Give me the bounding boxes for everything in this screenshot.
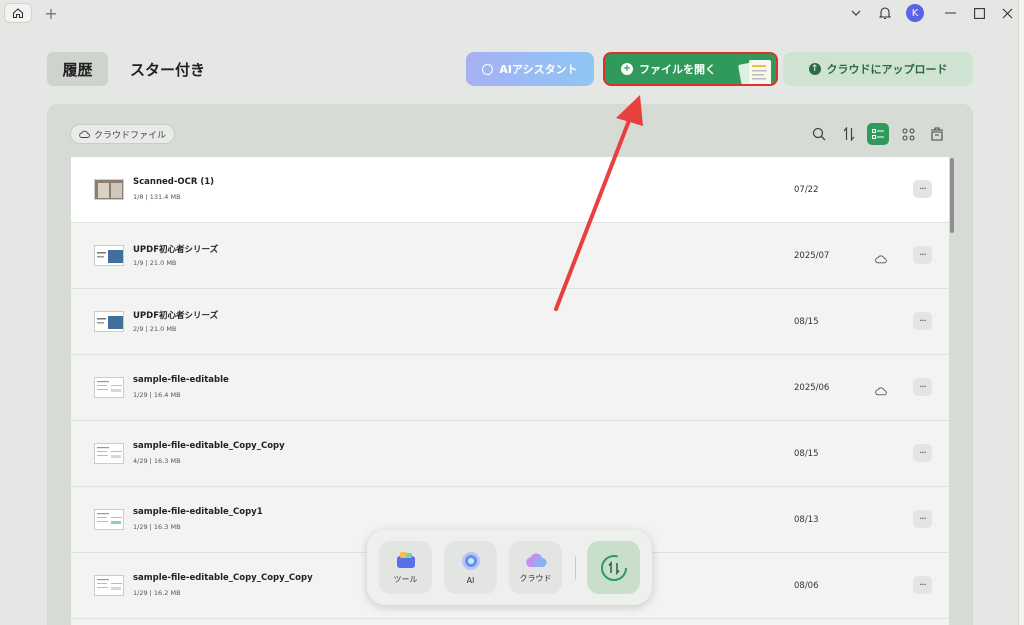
tab-history[interactable]: 履歴 bbox=[47, 52, 108, 86]
dock-tools-label: ツール bbox=[393, 574, 418, 584]
file-meta: 1/9 | 21.0 MB bbox=[133, 259, 177, 267]
file-date: 08/15 bbox=[794, 449, 819, 459]
list-scrollbar[interactable] bbox=[950, 158, 954, 233]
file-meta: 4/29 | 16.3 MB bbox=[133, 457, 181, 465]
right-edge-window bbox=[1018, 0, 1024, 625]
cloud-files-label: クラウドファイル bbox=[94, 130, 167, 141]
minimize-icon[interactable] bbox=[940, 4, 960, 22]
ai-sparkle-icon bbox=[482, 63, 494, 75]
file-name: sample-file-editable_Copy1 bbox=[133, 507, 263, 517]
file-date: 2025/07 bbox=[794, 251, 830, 261]
tab-starred[interactable]: スター付き bbox=[130, 52, 205, 86]
cloud-synced-icon bbox=[875, 249, 889, 264]
ai-orb-icon bbox=[461, 551, 480, 570]
file-meta: 2/9 | 21.0 MB bbox=[133, 325, 177, 333]
documents-illustration-icon bbox=[738, 60, 771, 84]
dock-cloud-label: クラウド bbox=[519, 573, 552, 583]
tools-icon bbox=[396, 551, 415, 568]
sort-icon[interactable] bbox=[838, 123, 860, 145]
more-options-button[interactable]: ··· bbox=[913, 510, 932, 528]
file-thumbnail bbox=[94, 509, 124, 530]
more-options-button[interactable]: ··· bbox=[913, 444, 932, 462]
file-thumbnail bbox=[94, 179, 124, 200]
file-meta: 1/8 | 131.4 MB bbox=[133, 193, 181, 201]
file-date: 2025/06 bbox=[794, 383, 830, 393]
close-icon[interactable] bbox=[997, 4, 1017, 22]
open-file-button[interactable]: + ファイルを開く bbox=[603, 52, 778, 86]
file-row[interactable]: sample-file-editable_Copy_Copy 4/29 | 16.… bbox=[71, 421, 949, 487]
file-name: sample-file-editable_Copy_Copy bbox=[133, 441, 285, 451]
dock-separator bbox=[575, 556, 576, 580]
cloud-upload-label: クラウドにアップロード bbox=[826, 63, 948, 76]
upload-icon: ↑ bbox=[808, 63, 821, 75]
file-row[interactable]: UPDF初心者シリーズ 1/9 | 21.0 MB 2025/07 ··· bbox=[71, 223, 949, 289]
bell-icon[interactable] bbox=[875, 4, 895, 22]
file-meta: 1/29 | 16.2 MB bbox=[133, 589, 181, 597]
list-view-icon[interactable] bbox=[867, 123, 889, 145]
bottom-dock: ツール AI クラウド bbox=[367, 530, 652, 605]
plus-circle-icon: + bbox=[621, 63, 633, 75]
file-date: 08/06 bbox=[794, 581, 819, 591]
chevron-down-icon[interactable] bbox=[846, 4, 866, 22]
ai-assistant-label: AIアシスタント bbox=[499, 63, 578, 76]
file-thumbnail bbox=[94, 245, 124, 266]
file-meta: 1/29 | 16.4 MB bbox=[133, 391, 181, 399]
dock-tools-button[interactable]: ツール bbox=[379, 541, 432, 594]
user-avatar[interactable]: K bbox=[906, 4, 924, 22]
dock-ai-label: AI bbox=[466, 575, 475, 585]
more-options-button[interactable]: ··· bbox=[913, 576, 932, 594]
file-name: Scanned-OCR (1) bbox=[133, 177, 215, 187]
file-row[interactable]: UPDF初心者シリーズ 2/9 | 21.0 MB 08/15 ··· bbox=[71, 289, 949, 355]
file-thumbnail bbox=[94, 377, 124, 398]
file-name: sample-file-editable bbox=[133, 375, 229, 385]
title-bar bbox=[0, 0, 1024, 26]
file-date: 08/15 bbox=[794, 317, 819, 327]
file-date: 07/22 bbox=[794, 185, 819, 195]
file-thumbnail bbox=[94, 311, 124, 332]
more-options-button[interactable]: ··· bbox=[913, 246, 932, 264]
dock-cloud-button[interactable]: クラウド bbox=[509, 541, 562, 594]
maximize-icon[interactable] bbox=[969, 4, 989, 22]
cloud-icon bbox=[79, 130, 90, 138]
dock-ai-button[interactable]: AI bbox=[444, 541, 497, 594]
file-date: 08/13 bbox=[794, 515, 819, 525]
file-row[interactable]: sample-file-editable 1/29 | 16.4 MB 2025/0… bbox=[71, 355, 949, 421]
file-name: sample-file-editable_Copy_Copy_Copy bbox=[133, 573, 313, 583]
file-thumbnail bbox=[94, 575, 124, 596]
file-name: UPDF初心者シリーズ bbox=[133, 311, 219, 321]
file-name: UPDF初心者シリーズ bbox=[133, 245, 219, 255]
more-options-button[interactable]: ··· bbox=[913, 180, 932, 198]
more-options-button[interactable]: ··· bbox=[913, 378, 932, 396]
file-row[interactable]: Scanned-OCR (1) 1/8 | 131.4 MB 07/22 ··· bbox=[71, 157, 949, 223]
open-file-label: ファイルを開く bbox=[639, 63, 716, 76]
home-tab[interactable] bbox=[4, 3, 32, 23]
file-thumbnail bbox=[94, 443, 124, 464]
cloud-color-icon bbox=[525, 552, 546, 567]
ai-assistant-button[interactable]: AIアシスタント bbox=[466, 52, 594, 86]
grid-view-icon[interactable] bbox=[897, 123, 919, 145]
search-icon[interactable] bbox=[808, 123, 830, 145]
trash-icon[interactable] bbox=[926, 123, 948, 145]
cloud-files-filter[interactable]: クラウドファイル bbox=[70, 124, 176, 144]
history-sort-icon bbox=[600, 554, 627, 581]
file-meta: 1/29 | 16.3 MB bbox=[133, 523, 181, 531]
cloud-upload-button[interactable]: ↑ クラウドにアップロード bbox=[783, 52, 973, 86]
home-icon bbox=[12, 8, 24, 19]
new-tab-button[interactable]: + bbox=[42, 4, 60, 23]
cloud-synced-icon bbox=[875, 381, 889, 396]
more-options-button[interactable]: ··· bbox=[913, 312, 932, 330]
dock-history-button[interactable] bbox=[587, 541, 640, 594]
